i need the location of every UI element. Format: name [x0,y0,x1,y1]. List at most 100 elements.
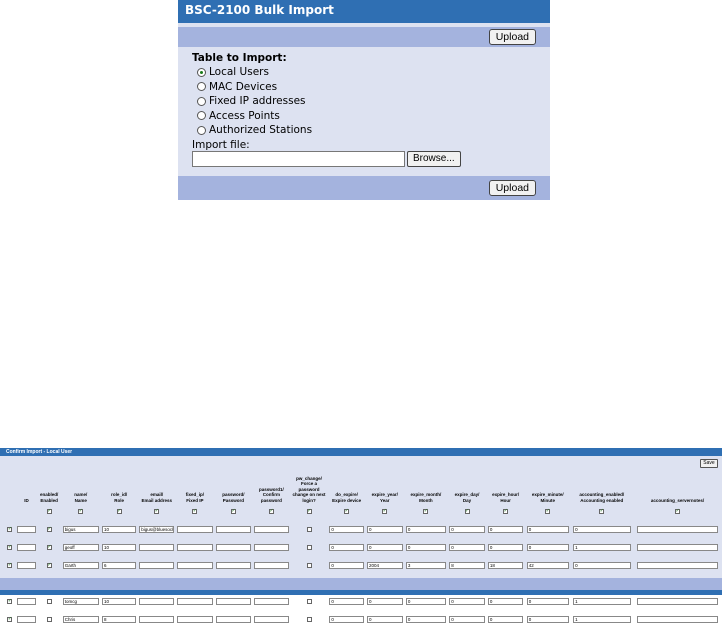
column-include-checkbox[interactable] [599,508,605,515]
column-include-checkbox[interactable] [268,508,274,515]
import-option-0[interactable]: Local Users [192,65,542,80]
id-field[interactable] [16,544,37,552]
upload-button-top[interactable]: Upload [488,29,536,45]
column-include-checkbox[interactable] [675,508,681,515]
confirm-password-field[interactable] [254,562,289,570]
expire-day-field[interactable]: 8 [449,562,485,570]
expire-minute-field[interactable]: 42 [526,562,569,570]
expire-day-field[interactable]: 0 [449,616,485,624]
row-select-checkbox[interactable] [7,562,13,569]
column-include-checkbox[interactable] [78,508,84,515]
confirm-password-field[interactable] [254,526,289,534]
role-field[interactable]: 8 [101,616,137,624]
enabled-checkbox[interactable] [46,599,52,605]
name-field[interactable]: Chris [62,616,99,624]
enabled-checkbox[interactable] [46,526,52,533]
password-field[interactable] [215,544,252,552]
enabled-checkbox[interactable] [46,544,52,551]
column-include-checkbox[interactable] [344,508,350,515]
fixed-ip-field[interactable] [177,616,213,624]
column-include-checkbox[interactable] [116,508,122,515]
expire-year-field[interactable]: 0 [366,598,403,606]
import-option-3[interactable]: Access Points [192,109,542,124]
expire-day-field[interactable]: 0 [449,544,485,552]
expire-month-field[interactable]: 0 [405,544,446,552]
column-include-checkbox[interactable] [382,508,388,515]
fixed-ip-field[interactable] [177,544,213,552]
id-field[interactable] [16,562,37,570]
browse-button[interactable]: Browse... [407,150,461,167]
password-field[interactable] [215,616,252,624]
radio-button[interactable] [197,111,206,121]
name-field[interactable]: Garth [62,562,99,570]
expire-month-field[interactable]: 0 [405,598,446,606]
accounting-servernotes-field[interactable] [636,598,719,606]
pw-change-checkbox[interactable] [306,599,312,605]
password-field[interactable] [215,562,252,570]
column-include-checkbox[interactable] [545,508,551,515]
expire-minute-field[interactable]: 0 [526,544,569,552]
import-option-2[interactable]: Fixed IP addresses [192,94,542,109]
email-field[interactable] [139,616,175,624]
role-field[interactable]: 6 [101,562,137,570]
accounting-servernotes-field[interactable] [636,526,719,534]
expire-year-field[interactable]: 0 [366,526,403,534]
expire-month-field[interactable]: 0 [405,616,446,624]
column-include-checkbox[interactable] [306,508,312,515]
expire-minute-field[interactable]: 0 [526,598,569,606]
column-include-checkbox[interactable] [154,508,160,515]
expire-hour-field[interactable]: 0 [487,598,524,606]
row-select-checkbox[interactable] [7,598,13,605]
save-button[interactable]: Save [700,459,718,468]
radio-button[interactable] [197,96,206,106]
row-select-checkbox[interactable] [7,526,13,533]
import-file-input[interactable] [192,150,405,167]
radio-button[interactable] [197,67,206,77]
do-expire-field[interactable]: 0 [329,562,364,570]
do-expire-field[interactable]: 0 [329,544,364,552]
expire-hour-field[interactable]: 0 [487,544,524,552]
id-field[interactable] [16,598,37,606]
expire-year-field[interactable]: 0 [366,616,403,624]
expire-day-field[interactable]: 0 [449,526,485,534]
confirm-password-field[interactable] [254,598,289,606]
expire-year-field[interactable]: 0 [366,544,403,552]
row-select-checkbox[interactable] [7,616,13,623]
pw-change-checkbox[interactable] [306,527,312,533]
pw-change-checkbox[interactable] [306,617,312,623]
column-include-checkbox[interactable] [46,508,52,515]
expire-minute-field[interactable]: 0 [526,526,569,534]
expire-minute-field[interactable]: 0 [526,616,569,624]
column-include-checkbox[interactable] [503,508,509,515]
accounting-enabled-field[interactable]: 1 [573,544,631,552]
accounting-enabled-field[interactable]: 0 [573,526,631,534]
email-field[interactable] [139,562,175,570]
expire-month-field[interactable]: 3 [405,562,446,570]
pw-change-checkbox[interactable] [306,563,312,569]
do-expire-field[interactable]: 0 [329,616,364,624]
email-field[interactable]: bigus@bluesock [139,526,175,534]
name-field[interactable]: tomcg [62,598,99,606]
role-field[interactable]: 10 [101,598,137,606]
column-include-checkbox[interactable] [464,508,470,515]
accounting-enabled-field[interactable]: 1 [573,598,631,606]
row-select-checkbox[interactable] [7,544,13,551]
import-option-1[interactable]: MAC Devices [192,80,542,95]
accounting-servernotes-field[interactable] [636,562,719,570]
upload-button-bottom[interactable]: Upload [488,180,536,196]
role-field[interactable]: 10 [101,544,137,552]
radio-button[interactable] [197,125,206,135]
fixed-ip-field[interactable] [177,598,213,606]
enabled-checkbox[interactable] [46,617,52,623]
password-field[interactable] [215,598,252,606]
column-include-checkbox[interactable] [192,508,198,515]
radio-button[interactable] [197,82,206,92]
name-field[interactable]: geoff [62,544,99,552]
accounting-servernotes-field[interactable] [636,616,719,624]
accounting-servernotes-field[interactable] [636,544,719,552]
email-field[interactable] [139,544,175,552]
id-field[interactable] [16,526,37,534]
confirm-password-field[interactable] [254,544,289,552]
fixed-ip-field[interactable] [177,526,213,534]
fixed-ip-field[interactable] [177,562,213,570]
